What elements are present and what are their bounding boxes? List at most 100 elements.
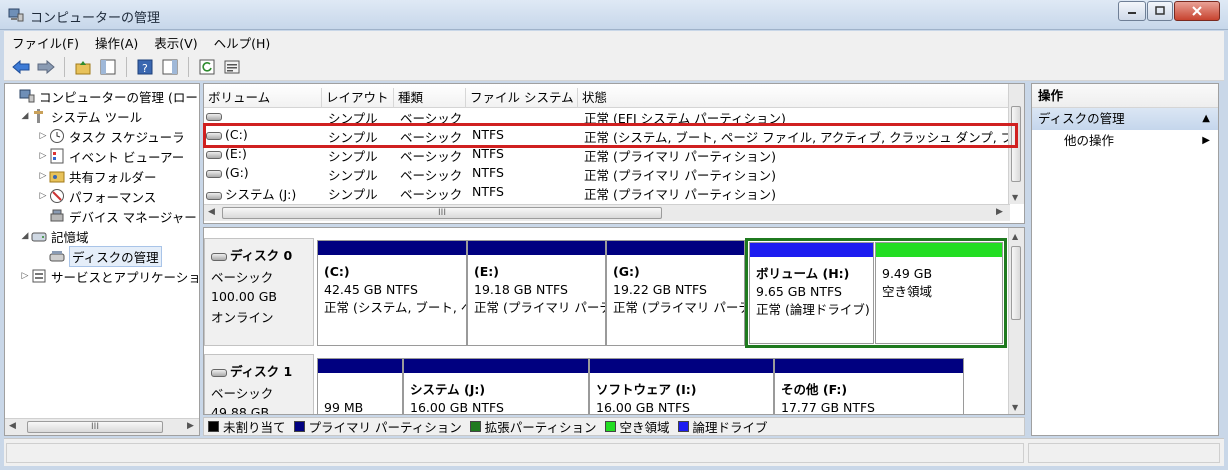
refresh-button[interactable] bbox=[196, 56, 218, 78]
partition-size: 16.00 GB NTFS bbox=[596, 400, 690, 415]
legend-swatch bbox=[604, 421, 616, 432]
disk-size: 100.00 GB bbox=[211, 289, 277, 304]
tree-item-performance[interactable]: ▷ パフォーマンス bbox=[37, 186, 156, 206]
volume-row[interactable]: システム (J:) シンプル ベーシック NTFS 正常 (プライマリ パーティ… bbox=[204, 183, 1010, 202]
tree-item-label: サービスとアプリケーショ bbox=[51, 269, 200, 285]
partition-g[interactable]: (G:) 19.22 GB NTFS 正常 (プライマリ パーテ bbox=[606, 240, 745, 346]
disk-0-info[interactable]: ディスク 0 ベーシック 100.00 GB オンライン bbox=[204, 238, 314, 346]
volume-status: 正常 (プライマリ パーティション) bbox=[584, 187, 776, 202]
partition-bar bbox=[750, 243, 873, 257]
actions-section-disk-management[interactable]: ディスクの管理 ▲ bbox=[1032, 108, 1218, 130]
partition-e[interactable]: (E:) 19.18 GB NTFS 正常 (プライマリ パーテ bbox=[467, 240, 606, 346]
volume-status: 正常 (プライマリ パーティション) bbox=[584, 168, 776, 183]
storage-icon bbox=[31, 232, 47, 242]
disk-name: ディスク 0 bbox=[230, 248, 293, 263]
back-button[interactable] bbox=[10, 56, 32, 78]
free-space[interactable]: 9.49 GB 空き領域 bbox=[875, 242, 1003, 344]
partition-i[interactable]: ソフトウェア (I:) 16.00 GB NTFS bbox=[589, 358, 774, 415]
tree-item-label: システム ツール bbox=[51, 109, 143, 125]
legend-item: 拡張パーティション bbox=[469, 417, 597, 436]
properties-button[interactable] bbox=[221, 56, 243, 78]
menu-help[interactable]: ヘルプ(H) bbox=[206, 33, 279, 52]
tree-expander[interactable]: ▷ bbox=[37, 191, 49, 201]
more-actions-item[interactable]: 他の操作 ▶ bbox=[1032, 130, 1218, 152]
partition-status: 空き領域 bbox=[882, 284, 933, 299]
tree-expander[interactable]: ▷ bbox=[37, 151, 49, 161]
disk-type: ベーシック bbox=[211, 386, 274, 401]
tree-expander[interactable]: ▷ bbox=[19, 271, 31, 281]
tree-expander[interactable]: ▷ bbox=[37, 171, 49, 181]
tree-item-services-and-applications[interactable]: ▷ サービスとアプリケーショ bbox=[19, 266, 200, 286]
tree-item-device-manager[interactable]: デバイス マネージャー bbox=[37, 206, 197, 226]
scroll-left-icon[interactable]: ◀ bbox=[208, 207, 215, 217]
menu-view[interactable]: 表示(V) bbox=[146, 33, 205, 52]
maximize-button[interactable] bbox=[1147, 1, 1173, 21]
svg-text:?: ? bbox=[142, 62, 148, 75]
services-icon bbox=[32, 269, 46, 283]
volume-status: 正常 (プライマリ パーティション) bbox=[584, 149, 776, 164]
minimize-icon bbox=[1128, 12, 1136, 14]
scroll-right-icon[interactable]: ▶ bbox=[187, 421, 194, 431]
scroll-thumb[interactable] bbox=[1011, 246, 1021, 320]
column-layout[interactable]: レイアウト bbox=[322, 88, 394, 108]
partition-size: 19.18 GB NTFS bbox=[474, 282, 568, 297]
minimize-button[interactable] bbox=[1118, 1, 1146, 21]
close-button[interactable] bbox=[1174, 1, 1220, 21]
tree-item-disk-management[interactable]: ディスクの管理 bbox=[37, 245, 162, 267]
column-status[interactable]: 状態 bbox=[578, 88, 1010, 108]
partition-c[interactable]: (C:) 42.45 GB NTFS 正常 (システム, ブート, ペ bbox=[317, 240, 467, 346]
scroll-right-icon[interactable]: ▶ bbox=[996, 207, 1003, 217]
partition-f[interactable]: その他 (F:) 17.77 GB NTFS bbox=[774, 358, 964, 414]
volume-fs: NTFS bbox=[472, 184, 504, 199]
menu-action[interactable]: 操作(A) bbox=[87, 33, 146, 52]
collapse-icon[interactable]: ▲ bbox=[1202, 108, 1210, 130]
partition-j[interactable]: システム (J:) 16.00 GB NTFS bbox=[403, 358, 589, 414]
close-icon bbox=[1192, 6, 1202, 16]
volume-icon bbox=[206, 169, 222, 178]
partition-h[interactable]: ボリューム (H:) 9.65 GB NTFS 正常 (論理ドライブ) bbox=[749, 242, 874, 344]
refresh-icon bbox=[199, 59, 215, 74]
tree-item-system-tools[interactable]: ◢ システム ツール bbox=[19, 106, 142, 126]
column-file-system[interactable]: ファイル システム bbox=[466, 88, 578, 108]
scroll-down-icon[interactable]: ▼ bbox=[1012, 403, 1018, 412]
tree-item-event-viewer[interactable]: ▷ イベント ビューアー bbox=[37, 146, 184, 166]
column-type[interactable]: 種類 bbox=[394, 88, 466, 108]
menu-file[interactable]: ファイル(F) bbox=[4, 33, 87, 52]
volume-layout: シンプル bbox=[328, 168, 378, 183]
partition-name: (C:) bbox=[324, 264, 350, 279]
up-folder-button[interactable] bbox=[72, 56, 94, 78]
forward-button[interactable] bbox=[35, 56, 57, 78]
scroll-up-icon[interactable]: ▲ bbox=[1012, 232, 1018, 241]
partition-bar bbox=[468, 241, 605, 255]
tree-item-computer-management[interactable]: コンピューターの管理 (ローカ bbox=[7, 86, 199, 106]
scroll-left-icon[interactable]: ◀ bbox=[9, 421, 16, 431]
volume-list-horizontal-scrollbar[interactable]: ◀ III ▶ bbox=[204, 204, 1010, 221]
help-button[interactable]: ? bbox=[134, 56, 156, 78]
tree-item-shared-folders[interactable]: ▷ 共有フォルダー bbox=[37, 166, 157, 186]
partition-status: 正常 (プライマリ パーテ bbox=[613, 300, 745, 315]
disk-view-vertical-scrollbar[interactable]: ▲ ▼ bbox=[1008, 228, 1024, 414]
column-volume[interactable]: ボリューム bbox=[204, 88, 322, 108]
partition-size: 9.65 GB NTFS bbox=[756, 284, 842, 299]
disk-icon bbox=[211, 252, 227, 261]
tree-expander[interactable]: ◢ bbox=[19, 111, 31, 121]
tree-item-task-scheduler[interactable]: ▷ タスク スケジューラ bbox=[37, 126, 185, 146]
tree-expander[interactable]: ◢ bbox=[19, 231, 31, 241]
volume-row[interactable]: (G:) シンプル ベーシック NTFS 正常 (プライマリ パーティション) bbox=[204, 164, 1010, 183]
tree-item-label: タスク スケジューラ bbox=[69, 129, 185, 145]
scroll-thumb[interactable]: III bbox=[27, 421, 163, 433]
tree-horizontal-scrollbar[interactable]: ◀ III ▶ bbox=[5, 418, 199, 435]
tree-expander[interactable]: ▷ bbox=[37, 131, 49, 141]
scroll-down-icon[interactable]: ▼ bbox=[1012, 193, 1018, 202]
show-hide-tree-button[interactable] bbox=[97, 56, 119, 78]
partition-name: ソフトウェア (I:) bbox=[596, 382, 697, 397]
partition-efi[interactable]: 99 MB bbox=[317, 358, 403, 414]
toolbar-separator bbox=[188, 56, 189, 77]
partition-status: 正常 (システム, ブート, ペ bbox=[324, 300, 467, 315]
show-hide-action-pane-button[interactable] bbox=[159, 56, 181, 78]
tree-item-storage[interactable]: ◢ 記憶域 bbox=[19, 226, 89, 246]
partition-bar bbox=[318, 359, 402, 373]
disk-1-info[interactable]: ディスク 1 ベーシック 49.88 GB bbox=[204, 354, 314, 414]
scroll-thumb[interactable]: III bbox=[222, 207, 662, 219]
forward-arrow-icon bbox=[37, 59, 55, 74]
